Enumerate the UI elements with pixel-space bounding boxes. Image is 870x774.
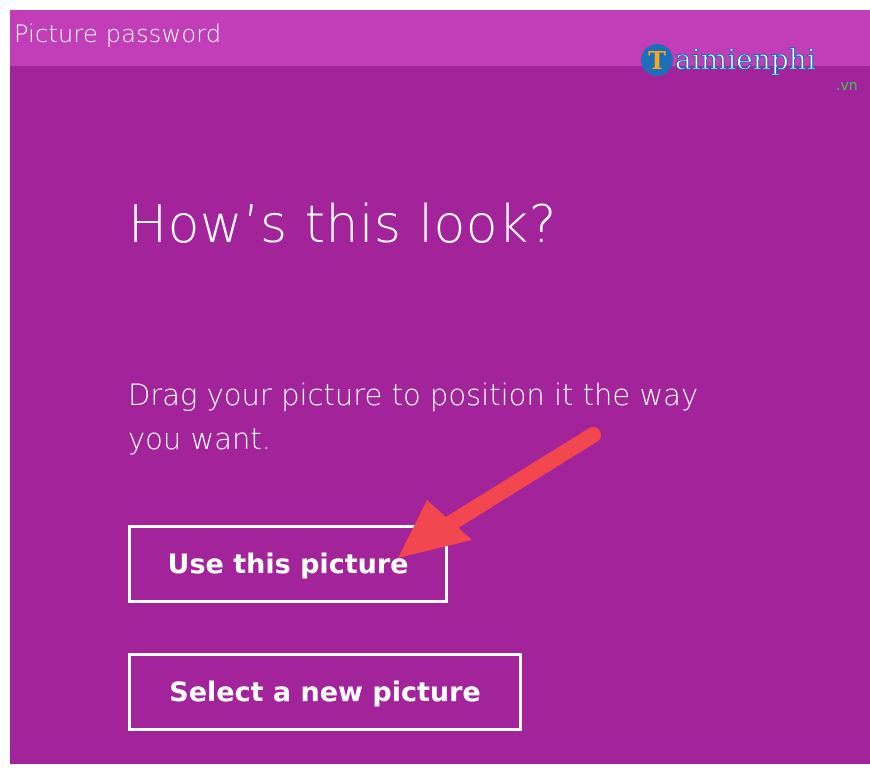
page-heading: How’s this look? [128,195,557,255]
watermark-domain: .vn [836,78,858,94]
watermark-logo: T aimienphi .vn [641,43,858,94]
watermark-initial: T [648,46,666,75]
use-this-picture-label: Use this picture [167,548,409,580]
select-new-picture-button[interactable]: Select a new picture [128,653,522,731]
window-title: Picture password [14,20,222,48]
instruction-text: Drag your picture to position it the way… [128,378,699,456]
use-this-picture-button[interactable]: Use this picture [128,525,448,603]
picture-password-window: Picture password T aimienphi .vn How’s t… [10,10,870,764]
watermark-brand: aimienphi [675,43,816,76]
select-new-picture-label: Select a new picture [169,676,481,708]
